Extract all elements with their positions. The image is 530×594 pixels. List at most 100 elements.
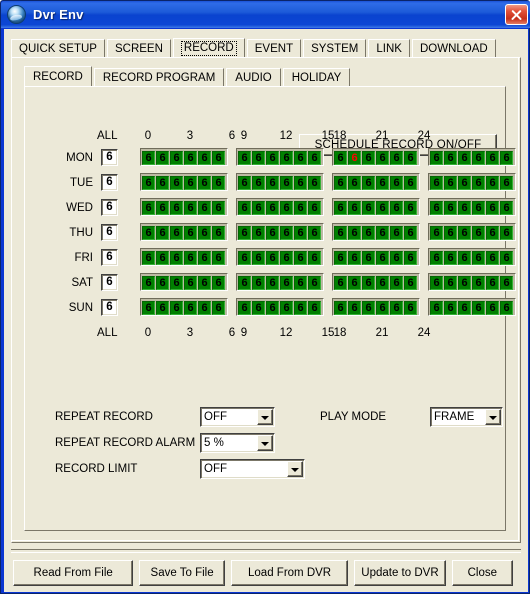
schedule-cell[interactable]: 6	[334, 200, 347, 215]
schedule-cell[interactable]: 6	[156, 200, 169, 215]
schedule-cell[interactable]: 6	[280, 150, 293, 165]
save-to-file-button[interactable]: Save To File	[139, 560, 225, 586]
schedule-cell[interactable]: 6	[142, 175, 155, 190]
schedule-cell[interactable]: 6	[444, 150, 457, 165]
schedule-cell[interactable]: 6	[184, 175, 197, 190]
schedule-cell[interactable]: 6	[266, 250, 279, 265]
all-value-sun[interactable]: 6	[101, 299, 118, 316]
schedule-cell[interactable]: 6	[348, 225, 361, 240]
schedule-cell[interactable]: 6	[266, 225, 279, 240]
schedule-cell[interactable]: 6	[458, 175, 471, 190]
schedule-cell[interactable]: 6	[458, 200, 471, 215]
schedule-cell[interactable]: 6	[390, 300, 403, 315]
schedule-cell[interactable]: 6	[266, 300, 279, 315]
schedule-cell[interactable]: 6	[198, 250, 211, 265]
schedule-cell[interactable]: 6	[334, 300, 347, 315]
schedule-cell[interactable]: 6	[500, 225, 513, 240]
schedule-cell[interactable]: 6	[390, 175, 403, 190]
schedule-cell[interactable]: 6	[280, 250, 293, 265]
schedule-cell[interactable]: 6	[458, 225, 471, 240]
schedule-cell[interactable]: 6	[390, 275, 403, 290]
schedule-cell[interactable]: 6	[308, 300, 321, 315]
schedule-cell[interactable]: 6	[334, 150, 347, 165]
schedule-cell[interactable]: 6	[486, 225, 499, 240]
schedule-cell[interactable]: 6	[404, 175, 417, 190]
schedule-cell[interactable]: 6	[212, 250, 225, 265]
schedule-cell[interactable]: 6	[142, 250, 155, 265]
schedule-cell[interactable]: 6	[212, 275, 225, 290]
schedule-cell[interactable]: 6	[472, 150, 485, 165]
schedule-cell[interactable]: 6	[472, 200, 485, 215]
schedule-cell[interactable]: 6	[156, 250, 169, 265]
schedule-cell[interactable]: 6	[362, 275, 375, 290]
schedule-cell[interactable]: 6	[430, 275, 443, 290]
schedule-cell[interactable]: 6	[142, 275, 155, 290]
schedule-cell[interactable]: 6	[500, 175, 513, 190]
schedule-cell[interactable]: 6	[170, 150, 183, 165]
schedule-cell[interactable]: 6	[212, 200, 225, 215]
schedule-cell[interactable]: 6	[444, 225, 457, 240]
schedule-cell[interactable]: 6	[156, 225, 169, 240]
schedule-cell[interactable]: 6	[390, 225, 403, 240]
schedule-cell[interactable]: 6	[198, 200, 211, 215]
schedule-cell[interactable]: 6	[308, 150, 321, 165]
schedule-cell[interactable]: 6	[142, 200, 155, 215]
schedule-cell[interactable]: 6	[348, 250, 361, 265]
tab-download[interactable]: DOWNLOAD	[411, 39, 496, 58]
schedule-cell[interactable]: 6	[486, 300, 499, 315]
schedule-cell[interactable]: 6	[308, 200, 321, 215]
schedule-cell[interactable]: 6	[362, 200, 375, 215]
play-mode-select[interactable]: FRAME	[430, 407, 503, 427]
schedule-cell[interactable]: 6	[334, 275, 347, 290]
schedule-cell[interactable]: 6	[486, 250, 499, 265]
schedule-cell[interactable]: 6	[142, 150, 155, 165]
schedule-cell[interactable]: 6	[430, 200, 443, 215]
schedule-cell[interactable]: 6	[404, 300, 417, 315]
schedule-cell[interactable]: 6	[404, 225, 417, 240]
schedule-cell[interactable]: 6	[252, 300, 265, 315]
schedule-cell[interactable]: 6	[444, 250, 457, 265]
schedule-cell[interactable]: 6	[486, 175, 499, 190]
schedule-cell[interactable]: 6	[252, 275, 265, 290]
repeat-record-select[interactable]: OFF	[200, 407, 275, 427]
all-value-mon[interactable]: 6	[101, 149, 118, 166]
schedule-cell[interactable]: 6	[252, 150, 265, 165]
schedule-cell[interactable]: 6	[198, 150, 211, 165]
schedule-cell[interactable]: 6	[238, 300, 251, 315]
subtab-record[interactable]: RECORD	[24, 66, 92, 87]
schedule-cell[interactable]: 6	[212, 300, 225, 315]
schedule-cell[interactable]: 6	[280, 275, 293, 290]
schedule-cell[interactable]: 6	[348, 175, 361, 190]
schedule-cell[interactable]: 6	[348, 150, 361, 165]
all-value-sat[interactable]: 6	[101, 274, 118, 291]
schedule-cell[interactable]: 6	[500, 275, 513, 290]
schedule-cell[interactable]: 6	[308, 225, 321, 240]
tab-record[interactable]: RECORD	[172, 38, 245, 58]
schedule-cell[interactable]: 6	[458, 300, 471, 315]
schedule-cell[interactable]: 6	[198, 175, 211, 190]
schedule-cell[interactable]: 6	[238, 275, 251, 290]
title-bar[interactable]: Dvr Env	[1, 1, 530, 28]
schedule-cell[interactable]: 6	[294, 275, 307, 290]
subtab-holiday[interactable]: HOLIDAY	[282, 68, 351, 87]
schedule-cell[interactable]: 6	[500, 150, 513, 165]
schedule-cell[interactable]: 6	[486, 275, 499, 290]
schedule-cell[interactable]: 6	[430, 175, 443, 190]
schedule-cell[interactable]: 6	[348, 275, 361, 290]
schedule-cell[interactable]: 6	[266, 175, 279, 190]
schedule-cell[interactable]: 6	[238, 175, 251, 190]
schedule-cell[interactable]: 6	[500, 200, 513, 215]
schedule-cell[interactable]: 6	[430, 150, 443, 165]
read-from-file-button[interactable]: Read From File	[13, 560, 134, 586]
all-value-thu[interactable]: 6	[101, 224, 118, 241]
tab-link[interactable]: LINK	[368, 39, 410, 58]
schedule-cell[interactable]: 6	[142, 300, 155, 315]
close-icon[interactable]	[505, 4, 528, 25]
schedule-cell[interactable]: 6	[252, 225, 265, 240]
record-limit-select[interactable]: OFF	[200, 459, 305, 479]
schedule-cell[interactable]: 6	[280, 300, 293, 315]
schedule-cell[interactable]: 6	[184, 200, 197, 215]
chevron-down-icon[interactable]	[257, 435, 273, 451]
schedule-cell[interactable]: 6	[170, 250, 183, 265]
schedule-cell[interactable]: 6	[294, 200, 307, 215]
